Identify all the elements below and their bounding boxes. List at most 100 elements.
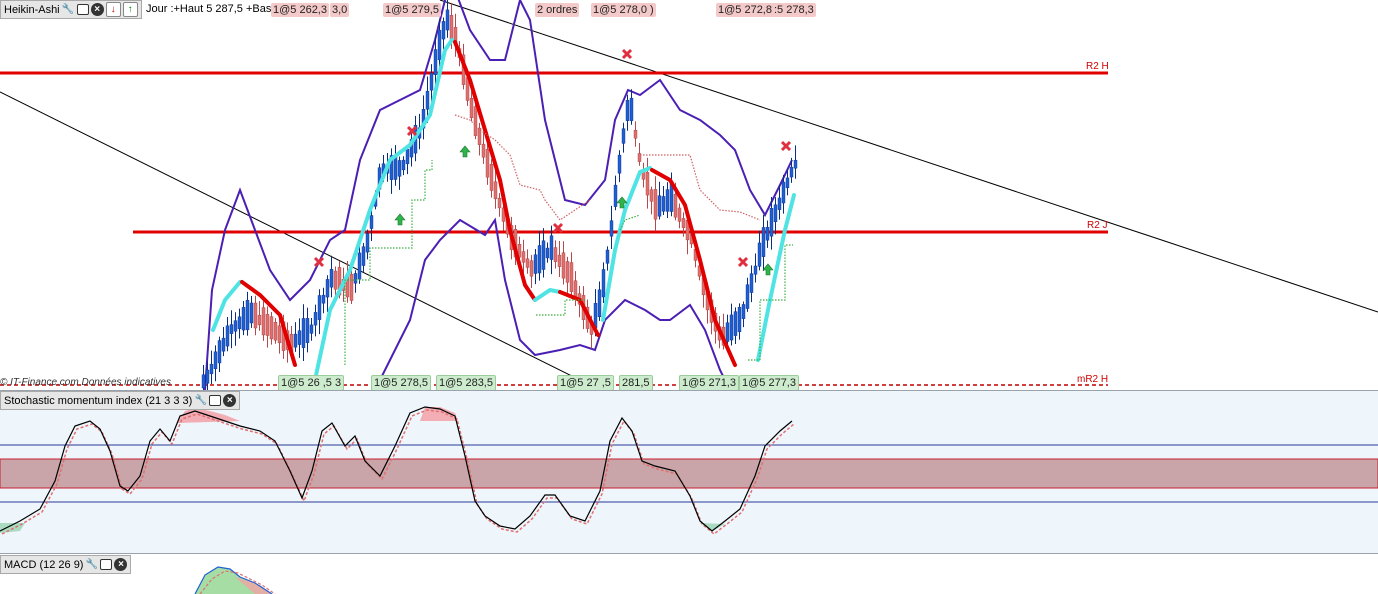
- macd-canvas[interactable]: [0, 555, 1378, 594]
- stochastic-panel[interactable]: Stochastic momentum index (21 3 3 3) 🔧 ×: [0, 391, 1378, 553]
- candle-body: [605, 249, 610, 264]
- stochastic-canvas[interactable]: [0, 391, 1378, 553]
- candle-body: [541, 240, 546, 270]
- candle-body: [265, 314, 270, 336]
- order-tag-sell[interactable]: 1@5 272,8: [716, 3, 774, 17]
- candle-body: [257, 314, 262, 326]
- candle-body: [333, 270, 338, 290]
- candle-body: [597, 289, 602, 318]
- candle-body: [497, 197, 502, 209]
- price-chart-canvas[interactable]: [0, 0, 1378, 390]
- order-tag-sell[interactable]: 3,0: [330, 3, 350, 17]
- candle-body: [493, 181, 498, 200]
- candle-body: [549, 235, 554, 260]
- candle-body: [733, 311, 738, 336]
- order-tag-sell[interactable]: :5 278,3: [772, 3, 816, 17]
- order-tag-sell[interactable]: 2 ordres: [535, 3, 580, 17]
- candle-body: [681, 218, 686, 228]
- trendline-upper: [439, 0, 1378, 313]
- order-tag-buy[interactable]: 1@5 277,3: [739, 375, 799, 390]
- candle-body: [749, 273, 754, 293]
- candle-body: [445, 9, 450, 31]
- candle-body: [301, 318, 306, 348]
- sell-signal-icon: [737, 256, 749, 268]
- candle-body: [397, 160, 402, 177]
- candle-body: [785, 177, 790, 189]
- macd-label: MACD (12 26 9): [4, 558, 84, 571]
- chart-type-label: Heikin-Ashi: [4, 3, 60, 16]
- candle-body: [269, 316, 274, 340]
- wrench-icon[interactable]: 🔧: [194, 394, 207, 407]
- candle-body: [653, 189, 658, 220]
- wrench-icon[interactable]: 🔧: [62, 3, 75, 16]
- candle-body: [645, 172, 650, 196]
- order-tag-buy[interactable]: 1@5 26 ,5 3: [278, 375, 345, 390]
- sell-signal-icon: [621, 48, 633, 60]
- trend-indicator-line: [601, 166, 652, 322]
- candle-body: [601, 269, 606, 298]
- candle-body: [309, 324, 314, 334]
- candle-body: [357, 252, 362, 280]
- macd-panel[interactable]: MACD (12 26 9) 🔧 ×: [0, 555, 1378, 594]
- candle-body: [769, 208, 774, 237]
- close-icon[interactable]: ×: [223, 394, 237, 407]
- close-icon[interactable]: ×: [90, 3, 104, 16]
- candle-body: [229, 324, 234, 334]
- candle-body: [773, 204, 778, 223]
- order-tag-buy[interactable]: 1@5 278,5: [371, 375, 431, 390]
- order-tag-buy[interactable]: 1@5 283,5: [436, 375, 496, 390]
- window-icon[interactable]: [76, 4, 89, 15]
- candle-body: [473, 106, 478, 136]
- order-tag-buy[interactable]: 1@5 27 ,5: [557, 375, 614, 390]
- candle-body: [293, 333, 298, 348]
- candle-body: [273, 322, 278, 341]
- order-tag-sell[interactable]: 1@5 278,0 ): [591, 3, 656, 17]
- candle-body: [533, 254, 538, 274]
- candle-body: [225, 325, 230, 347]
- wrench-icon[interactable]: 🔧: [85, 558, 98, 571]
- stochastic-panel-header: Stochastic momentum index (21 3 3 3) 🔧 ×: [0, 391, 241, 410]
- sell-signal-icon: [780, 140, 792, 152]
- candle-body: [649, 189, 654, 202]
- candle-body: [745, 284, 750, 309]
- candle-body: [725, 322, 730, 342]
- candle-body: [429, 72, 434, 91]
- price-chart-panel[interactable]: Heikin-Ashi 🔧 × ↓ ↑ Jour :+Haut 5 287,5 …: [0, 0, 1378, 390]
- candle-body: [673, 194, 678, 218]
- candle-body: [741, 304, 746, 319]
- candle-body: [661, 196, 666, 212]
- candle-body: [613, 184, 618, 207]
- buy-signal-icon: [394, 213, 406, 226]
- candle-body: [621, 128, 626, 144]
- window-icon[interactable]: [100, 559, 113, 570]
- order-tag-sell[interactable]: 1@5 262,3: [271, 3, 329, 17]
- arrow-up-icon[interactable]: ↑: [122, 2, 138, 17]
- candle-body: [433, 49, 438, 75]
- sell-signal-icon: [313, 256, 325, 268]
- candle-body: [753, 265, 758, 275]
- arrow-down-icon[interactable]: ↓: [105, 2, 121, 17]
- candle-body: [677, 207, 682, 222]
- order-tag-buy[interactable]: 281,5: [619, 375, 653, 390]
- candle-body: [481, 143, 486, 158]
- panel-separator[interactable]: [0, 553, 1378, 554]
- stochastic-label: Stochastic momentum index (21 3 3 3): [4, 394, 193, 407]
- candle-body: [353, 273, 358, 284]
- candle-body: [565, 261, 570, 283]
- candle-body: [329, 268, 334, 288]
- candle-body: [237, 316, 242, 330]
- candle-body: [545, 247, 550, 259]
- candle-body: [729, 314, 734, 341]
- candle-body: [425, 90, 430, 110]
- order-tag-buy[interactable]: 1@5 271,3: [679, 375, 739, 390]
- order-tag-sell[interactable]: 1@5 279,5: [383, 3, 441, 17]
- candle-body: [209, 363, 214, 375]
- window-icon[interactable]: [209, 395, 222, 406]
- candle-body: [617, 154, 622, 174]
- candle-body: [325, 279, 330, 298]
- close-icon[interactable]: ×: [114, 558, 128, 571]
- candle-body: [297, 330, 302, 345]
- candle-body: [217, 340, 222, 364]
- candle-body: [529, 260, 534, 277]
- candle-body: [401, 159, 406, 171]
